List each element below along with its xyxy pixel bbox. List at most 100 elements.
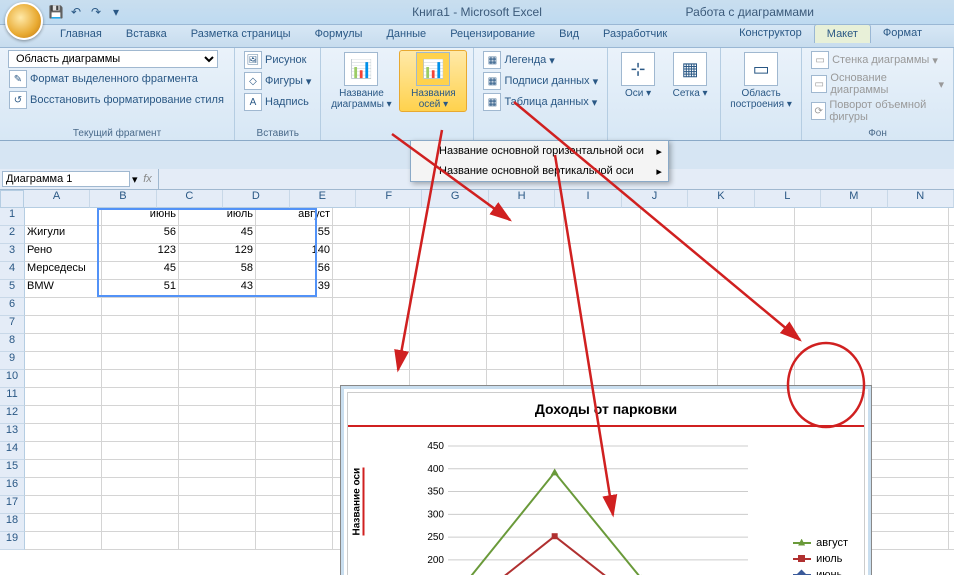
cell[interactable] bbox=[487, 280, 564, 298]
cell[interactable] bbox=[949, 262, 954, 280]
cell[interactable] bbox=[487, 352, 564, 370]
cell[interactable] bbox=[795, 352, 872, 370]
ctxtab-Макет[interactable]: Макет bbox=[814, 24, 871, 43]
cell[interactable] bbox=[949, 298, 954, 316]
cell[interactable] bbox=[25, 424, 102, 442]
cell[interactable] bbox=[179, 316, 256, 334]
cell[interactable] bbox=[333, 316, 410, 334]
textbox-button[interactable]: AНадпись bbox=[241, 92, 312, 112]
cell[interactable] bbox=[718, 334, 795, 352]
chart-floor-button[interactable]: ▭Основание диаграммы ▾ bbox=[808, 71, 947, 97]
cell[interactable] bbox=[718, 280, 795, 298]
cell[interactable] bbox=[256, 370, 333, 388]
cell[interactable]: 58 bbox=[179, 262, 256, 280]
cell[interactable]: 45 bbox=[179, 226, 256, 244]
col-header[interactable]: E bbox=[290, 190, 356, 208]
cell[interactable] bbox=[179, 514, 256, 532]
cell[interactable] bbox=[872, 496, 949, 514]
axes-button[interactable]: ⊹Оси ▾ bbox=[614, 50, 662, 101]
cell[interactable] bbox=[564, 280, 641, 298]
cell[interactable] bbox=[256, 496, 333, 514]
col-header[interactable]: J bbox=[622, 190, 688, 208]
cell[interactable] bbox=[641, 262, 718, 280]
row-header[interactable]: 12 bbox=[0, 406, 25, 424]
cell[interactable] bbox=[256, 532, 333, 550]
row-header[interactable]: 5 bbox=[0, 280, 25, 298]
chart-title[interactable]: Доходы от парковки bbox=[348, 393, 864, 427]
cell[interactable] bbox=[641, 298, 718, 316]
cell[interactable] bbox=[25, 406, 102, 424]
cell[interactable] bbox=[872, 352, 949, 370]
cell[interactable] bbox=[333, 334, 410, 352]
office-button[interactable] bbox=[5, 2, 43, 40]
cell[interactable] bbox=[949, 532, 954, 550]
cell[interactable] bbox=[410, 244, 487, 262]
cell[interactable] bbox=[410, 352, 487, 370]
cell[interactable] bbox=[25, 478, 102, 496]
chart-element-combo[interactable]: Область диаграммы bbox=[8, 50, 218, 68]
row-header[interactable]: 14 bbox=[0, 442, 25, 460]
cell[interactable] bbox=[564, 262, 641, 280]
cell[interactable] bbox=[718, 262, 795, 280]
cell[interactable] bbox=[949, 442, 954, 460]
cell[interactable] bbox=[487, 244, 564, 262]
cell[interactable] bbox=[256, 460, 333, 478]
chart-object[interactable]: Доходы от парковки Название оси Название… bbox=[340, 385, 872, 575]
legend-item[interactable]: август bbox=[793, 537, 848, 549]
cell[interactable]: июль bbox=[179, 208, 256, 226]
cell[interactable] bbox=[410, 334, 487, 352]
cell[interactable] bbox=[949, 280, 954, 298]
chart-title-button[interactable]: 📊Название диаграммы ▾ bbox=[327, 50, 395, 112]
ctxtab-Конструктор[interactable]: Конструктор bbox=[727, 24, 814, 43]
cell[interactable] bbox=[102, 442, 179, 460]
cell[interactable] bbox=[718, 352, 795, 370]
row-header[interactable]: 10 bbox=[0, 370, 25, 388]
cell[interactable] bbox=[102, 298, 179, 316]
cell[interactable] bbox=[256, 352, 333, 370]
cell[interactable] bbox=[179, 532, 256, 550]
ctxtab-Формат[interactable]: Формат bbox=[871, 24, 934, 43]
cell[interactable] bbox=[872, 424, 949, 442]
cell[interactable] bbox=[872, 532, 949, 550]
cell[interactable]: 43 bbox=[179, 280, 256, 298]
cell[interactable] bbox=[102, 370, 179, 388]
cell[interactable] bbox=[179, 388, 256, 406]
cell[interactable] bbox=[949, 406, 954, 424]
cell[interactable] bbox=[564, 334, 641, 352]
cell[interactable]: 51 bbox=[102, 280, 179, 298]
cell[interactable] bbox=[872, 460, 949, 478]
cell[interactable] bbox=[795, 226, 872, 244]
cell[interactable] bbox=[949, 388, 954, 406]
qat-more-icon[interactable]: ▾ bbox=[108, 4, 124, 20]
cell[interactable] bbox=[949, 514, 954, 532]
col-header[interactable]: H bbox=[489, 190, 555, 208]
row-header[interactable]: 8 bbox=[0, 334, 25, 352]
tab-Данные[interactable]: Данные bbox=[374, 25, 438, 47]
cell[interactable] bbox=[102, 514, 179, 532]
row-header[interactable]: 2 bbox=[0, 226, 25, 244]
cell[interactable] bbox=[949, 244, 954, 262]
cell[interactable] bbox=[718, 298, 795, 316]
cell[interactable]: 45 bbox=[102, 262, 179, 280]
cell[interactable] bbox=[795, 298, 872, 316]
cell[interactable] bbox=[410, 280, 487, 298]
data-labels-button[interactable]: ▦Подписи данных ▾ bbox=[480, 71, 601, 91]
tab-Вставка[interactable]: Вставка bbox=[114, 25, 179, 47]
cell[interactable] bbox=[102, 424, 179, 442]
row-header[interactable]: 3 bbox=[0, 244, 25, 262]
cell[interactable] bbox=[333, 226, 410, 244]
cell[interactable]: 56 bbox=[102, 226, 179, 244]
col-header[interactable]: M bbox=[821, 190, 887, 208]
cell[interactable] bbox=[564, 226, 641, 244]
shapes-button[interactable]: ◇Фигуры ▾ bbox=[241, 71, 314, 91]
col-header[interactable]: D bbox=[223, 190, 289, 208]
cell[interactable] bbox=[872, 262, 949, 280]
cell[interactable] bbox=[641, 280, 718, 298]
picture-button[interactable]: 🖼Рисунок bbox=[241, 50, 310, 70]
cell[interactable] bbox=[949, 460, 954, 478]
cell[interactable] bbox=[641, 334, 718, 352]
col-header[interactable]: N bbox=[888, 190, 954, 208]
cell[interactable] bbox=[795, 244, 872, 262]
cell[interactable] bbox=[333, 244, 410, 262]
cell[interactable] bbox=[487, 316, 564, 334]
